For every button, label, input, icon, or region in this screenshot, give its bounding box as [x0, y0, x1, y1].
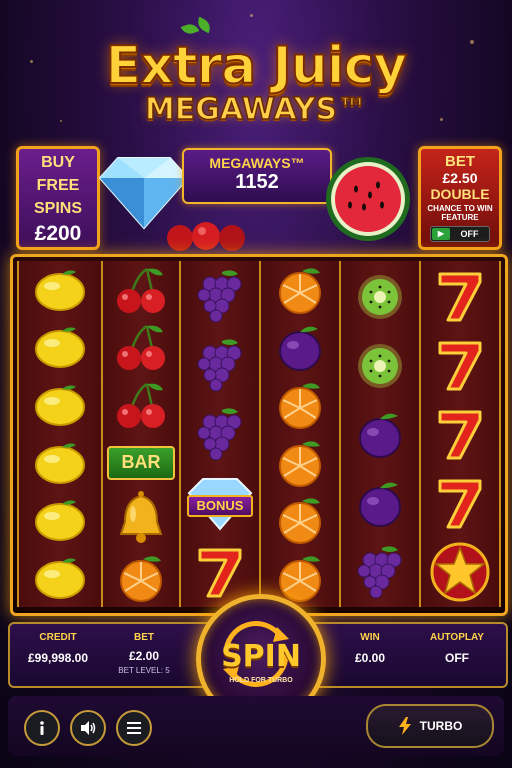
megaways-label: MEGAWAYS™	[209, 155, 305, 171]
toggle-state: OFF	[460, 229, 479, 239]
bonus-symbol: BONUS	[181, 469, 259, 538]
info-icon	[40, 721, 44, 735]
bet-double-description: CHANCE TO WIN FEATURE	[427, 204, 493, 222]
turbo-label: TURBO	[419, 719, 463, 733]
megaways-counter: MEGAWAYS™ 1152	[182, 148, 332, 204]
credit-label: CREDIT	[39, 632, 77, 643]
free-label: FREE	[36, 177, 80, 194]
info-button[interactable]	[24, 710, 60, 746]
seven-symbol	[421, 469, 499, 538]
bet-double-amount: £2.50	[442, 170, 478, 186]
bar-symbol: BAR	[103, 434, 179, 492]
bet-value: £2.00	[128, 649, 160, 663]
sparkle	[250, 14, 253, 17]
logo-subtitle: MEGAWAYS™	[144, 92, 368, 127]
lemon-symbol	[19, 434, 101, 492]
grapes-symbol	[181, 399, 259, 468]
buy-label: BUY	[41, 154, 75, 171]
spins-label: SPINS	[33, 200, 82, 217]
bet-double-toggle[interactable]: ▶ OFF	[430, 226, 490, 242]
bet-double-panel[interactable]: BET £2.50 DOUBLE CHANCE TO WIN FEATURE ▶…	[418, 146, 502, 250]
win-display: WIN £0.00	[340, 632, 400, 665]
speaker-icon	[81, 721, 96, 735]
game-logo: Extra Juicy MEGAWAYS™	[0, 36, 512, 127]
menu-button[interactable]	[116, 710, 152, 746]
turbo-button[interactable]: TURBO	[366, 704, 494, 748]
reel-6	[419, 261, 501, 607]
plum-symbol	[261, 319, 339, 377]
kiwi-symbol	[341, 330, 419, 399]
play-icon: ▶	[432, 228, 450, 240]
cherries-symbol	[103, 376, 179, 434]
bell-symbol	[103, 491, 179, 550]
bet-display[interactable]: BET £2.00 BET LEVEL: 5	[108, 632, 180, 675]
reel-5	[339, 261, 421, 607]
bet-label: BET	[134, 632, 154, 643]
grapes-symbol	[181, 261, 259, 330]
orange-symbol	[261, 434, 339, 492]
win-value: £0.00	[354, 651, 386, 665]
seven-symbol	[421, 261, 499, 330]
bet-level: BET LEVEL: 5	[118, 666, 170, 675]
cherries-symbol	[103, 319, 179, 377]
bar-symbol-text: BAR	[121, 452, 161, 473]
reels-grid: BAR BONUS	[10, 254, 508, 616]
credit-value: £99,998.00	[27, 651, 89, 665]
lemon-symbol	[19, 261, 101, 319]
orange-symbol	[261, 376, 339, 434]
lightning-icon	[398, 717, 411, 735]
seven-symbol	[421, 399, 499, 468]
bet-double-bet-label: BET	[445, 153, 475, 170]
grapes-symbol	[181, 330, 259, 399]
cherries-icon	[167, 222, 245, 251]
megaways-count: 1152	[235, 171, 279, 193]
plum-symbol	[341, 399, 419, 468]
lemon-symbol	[19, 376, 101, 434]
cherries-symbol	[103, 261, 179, 319]
lemon-symbol	[19, 492, 101, 550]
leaf-icon	[180, 21, 200, 37]
seven-symbol	[421, 330, 499, 399]
hamburger-icon	[127, 722, 141, 734]
bet-double-label: DOUBLE	[430, 186, 490, 202]
reel-3: BONUS	[179, 261, 261, 607]
reel-4	[259, 261, 341, 607]
win-label: WIN	[360, 632, 380, 643]
orange-symbol	[103, 549, 179, 607]
kiwi-symbol	[341, 261, 419, 330]
buy-price: £200	[34, 222, 82, 245]
autoplay-label: AUTOPLAY	[430, 632, 484, 643]
logo-title: Extra Juicy	[105, 36, 409, 96]
grapes-symbol	[341, 538, 419, 607]
spin-label: SPIN	[221, 639, 301, 674]
star-symbol	[421, 538, 499, 607]
lemon-symbol	[19, 549, 101, 607]
autoplay-value: OFF	[445, 651, 469, 665]
credit-display: CREDIT £99,998.00	[18, 632, 98, 665]
orange-symbol	[261, 492, 339, 550]
autoplay-button[interactable]: AUTOPLAY OFF	[422, 632, 492, 665]
reel-2: BAR	[101, 261, 181, 607]
orange-symbol	[261, 261, 339, 319]
reel-1	[17, 261, 103, 607]
control-bar: TURBO	[8, 696, 504, 756]
sound-button[interactable]	[70, 710, 106, 746]
plum-symbol	[341, 469, 419, 538]
lemon-symbol	[19, 319, 101, 377]
bonus-symbol-text: BONUS	[196, 498, 244, 514]
buy-free-spins-button[interactable]: BUY FREE SPINS £200	[16, 146, 100, 250]
spin-hold-hint: HOLD FOR TURBO	[229, 677, 293, 684]
watermelon-icon	[326, 157, 410, 241]
